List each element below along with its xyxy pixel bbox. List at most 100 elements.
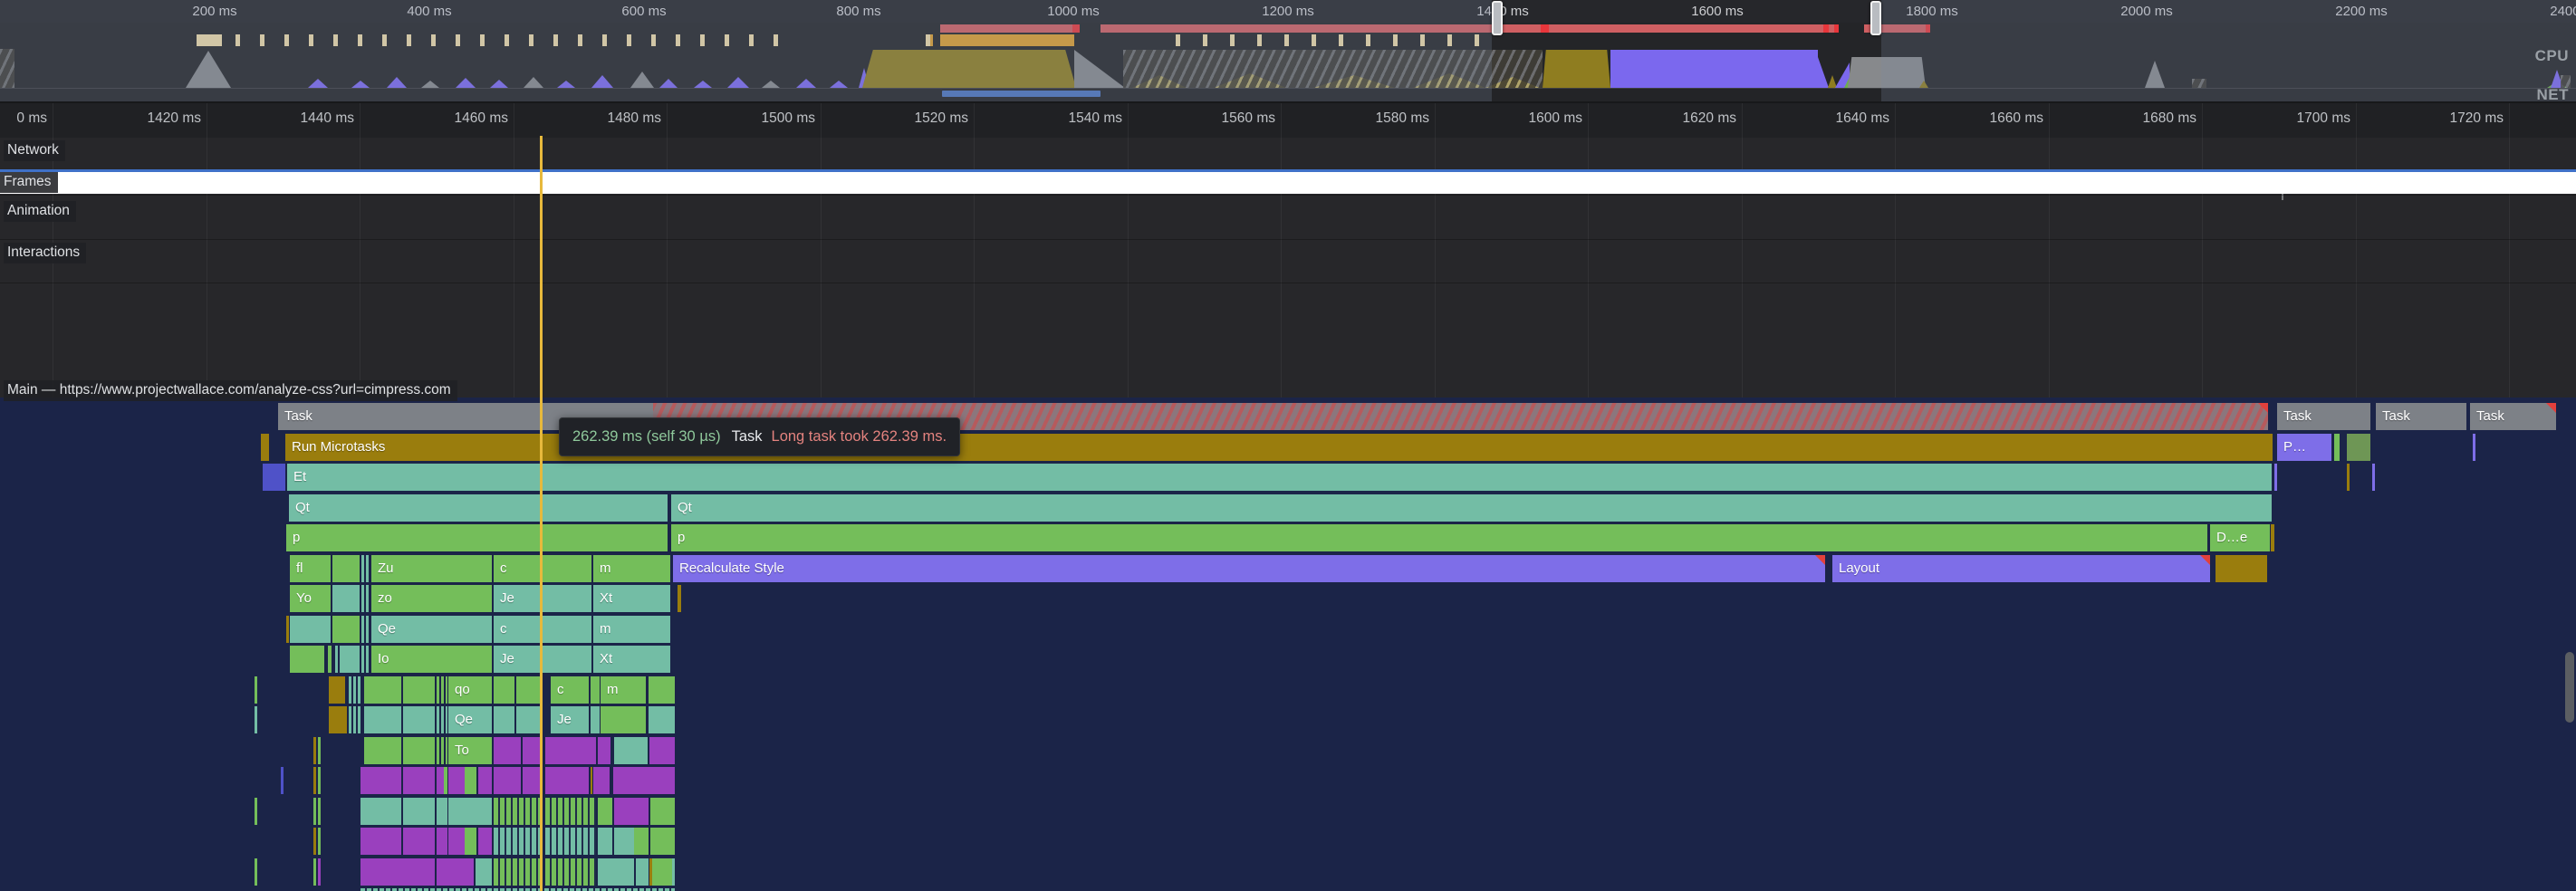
flame-bar[interactable] bbox=[318, 798, 321, 825]
flame-bar[interactable] bbox=[437, 737, 439, 764]
flame-bar[interactable] bbox=[313, 798, 316, 825]
flame-bar[interactable] bbox=[545, 798, 596, 825]
flame-bar[interactable]: Xt bbox=[593, 585, 670, 612]
flame-bar[interactable] bbox=[494, 767, 521, 794]
overview-shade-left[interactable] bbox=[0, 0, 1492, 101]
flame-bar[interactable]: Layout bbox=[1832, 555, 2210, 582]
flame-bar[interactable] bbox=[494, 676, 514, 704]
flame-bar[interactable] bbox=[649, 676, 675, 704]
flame-bar[interactable] bbox=[591, 706, 600, 733]
flame-bar[interactable] bbox=[448, 798, 492, 825]
flame-bar[interactable]: To bbox=[448, 737, 492, 764]
flame-bar[interactable] bbox=[650, 798, 675, 825]
flame-bar[interactable] bbox=[290, 616, 331, 643]
flame-bar[interactable] bbox=[478, 767, 492, 794]
flame-bar[interactable] bbox=[652, 858, 672, 886]
window-handle-right[interactable] bbox=[1870, 1, 1881, 35]
flame-bar[interactable]: m bbox=[593, 616, 670, 643]
flame-bar[interactable] bbox=[329, 706, 347, 733]
flame-bar[interactable] bbox=[403, 706, 435, 733]
flame-bar[interactable]: Task bbox=[2376, 403, 2466, 430]
flame-bar[interactable] bbox=[403, 676, 435, 704]
flame-bar[interactable] bbox=[446, 706, 447, 733]
flame-bar[interactable]: Yo bbox=[290, 585, 331, 612]
flame-bar[interactable] bbox=[313, 858, 316, 886]
flame-bar[interactable]: qo bbox=[448, 676, 492, 704]
flame-bar[interactable] bbox=[478, 828, 492, 855]
flame-bar[interactable] bbox=[494, 706, 514, 733]
flame-bar[interactable] bbox=[441, 676, 444, 704]
flame-bar[interactable] bbox=[649, 737, 675, 764]
flame-bar[interactable] bbox=[328, 646, 332, 673]
flame-bar[interactable] bbox=[361, 616, 364, 643]
flame-bar[interactable] bbox=[263, 464, 285, 491]
flame-bar[interactable] bbox=[448, 828, 465, 855]
flame-bar[interactable] bbox=[2347, 434, 2370, 461]
flame-bar[interactable] bbox=[2334, 434, 2340, 461]
flame-bar[interactable] bbox=[290, 646, 324, 673]
flame-bar[interactable] bbox=[614, 828, 634, 855]
flame-bar[interactable]: m bbox=[601, 676, 646, 704]
flame-bar[interactable] bbox=[446, 676, 447, 704]
flame-bar[interactable]: Zu bbox=[371, 555, 492, 582]
flame-bar[interactable] bbox=[403, 737, 435, 764]
flame-bar[interactable] bbox=[2216, 555, 2267, 582]
flame-bar[interactable] bbox=[366, 646, 369, 673]
window-handle-left[interactable] bbox=[1492, 1, 1503, 35]
flame-bar[interactable] bbox=[591, 676, 600, 704]
flame-bar[interactable]: Task bbox=[2470, 403, 2556, 430]
flame-bar[interactable] bbox=[364, 737, 401, 764]
flame-bar[interactable] bbox=[340, 646, 360, 673]
vertical-scrollbar-thumb[interactable] bbox=[2565, 652, 2574, 723]
flame-bar[interactable] bbox=[255, 858, 257, 886]
flame-bar[interactable] bbox=[318, 828, 321, 855]
flame-bar[interactable] bbox=[601, 706, 646, 733]
flame-bar[interactable] bbox=[358, 706, 360, 733]
flame-bar[interactable]: c bbox=[494, 616, 591, 643]
flame-bar[interactable] bbox=[476, 858, 492, 886]
flame-bar[interactable]: Xt bbox=[593, 646, 670, 673]
flame-bar[interactable] bbox=[636, 858, 649, 886]
flame-bar[interactable] bbox=[613, 767, 675, 794]
flame-bar[interactable] bbox=[313, 767, 316, 794]
flame-bar[interactable] bbox=[437, 706, 439, 733]
flame-bar[interactable] bbox=[332, 555, 360, 582]
flame-bar[interactable] bbox=[255, 676, 257, 704]
flame-bar[interactable] bbox=[545, 767, 589, 794]
flame-bar[interactable] bbox=[614, 737, 648, 764]
flame-bar[interactable]: P… bbox=[2277, 434, 2331, 461]
flame-bar[interactable] bbox=[361, 555, 364, 582]
flame-bar[interactable] bbox=[494, 828, 542, 855]
flame-bar[interactable] bbox=[403, 798, 435, 825]
flame-bar[interactable] bbox=[332, 585, 360, 612]
flame-bar[interactable]: p bbox=[671, 524, 2207, 551]
flame-bar[interactable] bbox=[446, 737, 447, 764]
flame-bar[interactable] bbox=[364, 676, 401, 704]
flame-bar[interactable] bbox=[437, 858, 474, 886]
flame-bar[interactable] bbox=[598, 828, 612, 855]
flame-bar[interactable] bbox=[437, 798, 447, 825]
flame-bar[interactable] bbox=[494, 737, 521, 764]
flame-bar[interactable] bbox=[364, 706, 401, 733]
flame-bar[interactable] bbox=[465, 767, 476, 794]
flame-bar[interactable] bbox=[403, 767, 435, 794]
flame-bar[interactable] bbox=[437, 828, 447, 855]
flame-bar[interactable] bbox=[366, 616, 369, 643]
flame-bar[interactable] bbox=[255, 798, 257, 825]
flame-bar[interactable] bbox=[593, 767, 610, 794]
flame-bar[interactable] bbox=[494, 858, 542, 886]
flame-bar[interactable]: zo bbox=[371, 585, 492, 612]
flame-bar[interactable] bbox=[516, 706, 542, 733]
flame-bar[interactable] bbox=[358, 676, 360, 704]
flame-bar[interactable] bbox=[441, 737, 444, 764]
flame-bar[interactable] bbox=[349, 706, 351, 733]
frames-strip[interactable] bbox=[0, 172, 2576, 194]
flame-bar[interactable] bbox=[318, 767, 321, 794]
flame-bar[interactable] bbox=[598, 858, 634, 886]
flame-bar[interactable] bbox=[353, 676, 356, 704]
flame-bar[interactable]: Recalculate Style bbox=[673, 555, 1825, 582]
flame-bar[interactable]: D…e bbox=[2210, 524, 2270, 551]
flame-bar[interactable] bbox=[650, 828, 675, 855]
flame-bar[interactable] bbox=[255, 706, 257, 733]
timeline-overview[interactable]: 200 ms400 ms600 ms800 ms1000 ms1200 ms14… bbox=[0, 0, 2576, 101]
